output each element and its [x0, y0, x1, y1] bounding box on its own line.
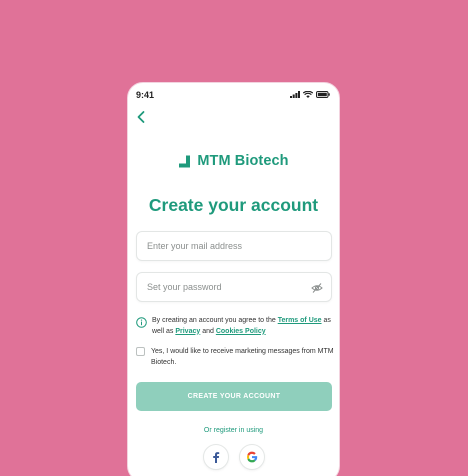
facebook-icon — [212, 452, 219, 463]
privacy-link[interactable]: Privacy — [175, 328, 200, 335]
terms-of-use-link[interactable]: Terms of Use — [278, 317, 322, 324]
marketing-checkbox[interactable] — [136, 347, 145, 356]
brand-logo: MTM Biotech — [128, 153, 339, 169]
social-buttons — [128, 444, 339, 470]
cookies-policy-link[interactable]: Cookies Policy — [216, 328, 266, 335]
brand-logo-icon — [179, 155, 191, 167]
social-register-label: Or register in using — [203, 427, 264, 434]
battery-icon — [316, 91, 330, 98]
marketing-consent[interactable]: Yes, I would like to receive marketing m… — [136, 346, 336, 368]
terms-text: By creating an account you agree to the … — [152, 316, 336, 337]
email-field[interactable] — [136, 231, 332, 261]
info-icon — [136, 317, 147, 328]
page-title: Create your account — [148, 195, 319, 215]
terms-notice: By creating an account you agree to the … — [136, 316, 336, 337]
terms-and: and — [200, 327, 216, 335]
google-icon — [246, 451, 257, 463]
google-button[interactable] — [238, 444, 265, 470]
back-chevron-icon[interactable] — [134, 109, 148, 125]
status-bar: 9:41 — [128, 83, 339, 107]
status-time: 9:41 — [136, 90, 155, 100]
phone-frame: 9:41 MTM Biotech Create your account Ent… — [127, 82, 340, 476]
create-account-button[interactable]: CREATE YOUR ACCOUNT — [136, 382, 332, 411]
email-input[interactable] — [137, 232, 331, 260]
password-field[interactable] — [136, 272, 332, 302]
marketing-label: Yes, I would like to receive marketing m… — [151, 348, 334, 366]
terms-prefix: By creating an account you agree to the — [152, 317, 278, 324]
password-input[interactable] — [137, 273, 331, 301]
eye-off-icon[interactable] — [311, 282, 323, 294]
facebook-button[interactable] — [202, 444, 229, 470]
brand-name: MTM Biotech — [197, 153, 289, 169]
status-icons — [290, 91, 330, 98]
signal-icon — [290, 91, 300, 98]
wifi-icon — [303, 91, 313, 98]
